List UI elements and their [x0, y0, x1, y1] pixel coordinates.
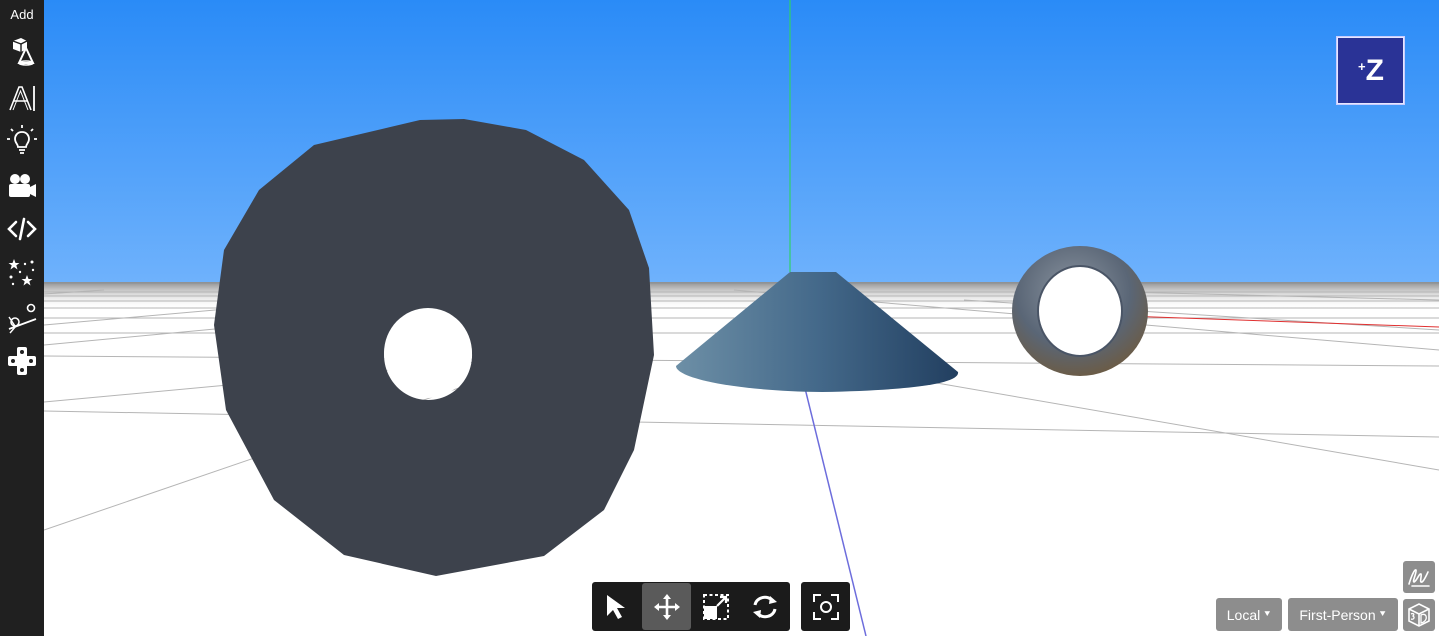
chevron-down-icon: ⯆	[1263, 609, 1272, 620]
signature-icon	[1408, 569, 1430, 587]
add-light-icon[interactable]	[4, 122, 40, 158]
select-arrow-icon[interactable]	[593, 583, 642, 630]
torus-object[interactable]	[1012, 246, 1148, 376]
camera-mode-label: First-Person	[1299, 606, 1376, 623]
scale-icon[interactable]	[691, 583, 740, 630]
sidebar-title: Add	[10, 7, 34, 22]
add-controls-icon[interactable]	[4, 343, 40, 379]
view-cube[interactable]: +Z	[1336, 36, 1405, 105]
scene-canvas[interactable]	[44, 0, 1439, 636]
signature-draw-button[interactable]	[1403, 561, 1435, 593]
add-sidebar: Add	[0, 0, 44, 636]
add-effects-icon[interactable]	[4, 255, 40, 291]
add-code-icon[interactable]	[4, 211, 40, 247]
add-shapes-icon[interactable]	[4, 33, 40, 69]
view-3d-button[interactable]	[1403, 599, 1435, 631]
rotate-icon[interactable]	[740, 583, 789, 630]
add-camera-icon[interactable]	[4, 168, 40, 204]
move-arrows-icon[interactable]	[642, 583, 691, 630]
view-cube-sign: +	[1358, 58, 1366, 74]
cube-3d-icon	[1408, 603, 1430, 627]
view-cube-axis: Z	[1365, 53, 1384, 87]
transform-toolbar	[592, 582, 790, 631]
add-text-icon[interactable]	[4, 80, 40, 116]
scene-viewport[interactable]	[44, 0, 1439, 636]
space-mode-label: Local	[1226, 606, 1261, 623]
focus-toolbar	[801, 582, 850, 631]
space-mode-dropdown[interactable]: Local ⯆	[1216, 598, 1282, 631]
disc-hole	[384, 308, 472, 398]
editor-app: Add +Z Local ⯆ First-Person ⯆	[0, 0, 1439, 636]
chevron-down-icon: ⯆	[1378, 609, 1387, 620]
camera-mode-dropdown[interactable]: First-Person ⯆	[1288, 598, 1398, 631]
add-physics-icon[interactable]	[4, 301, 40, 337]
focus-frame-icon[interactable]	[801, 583, 850, 630]
